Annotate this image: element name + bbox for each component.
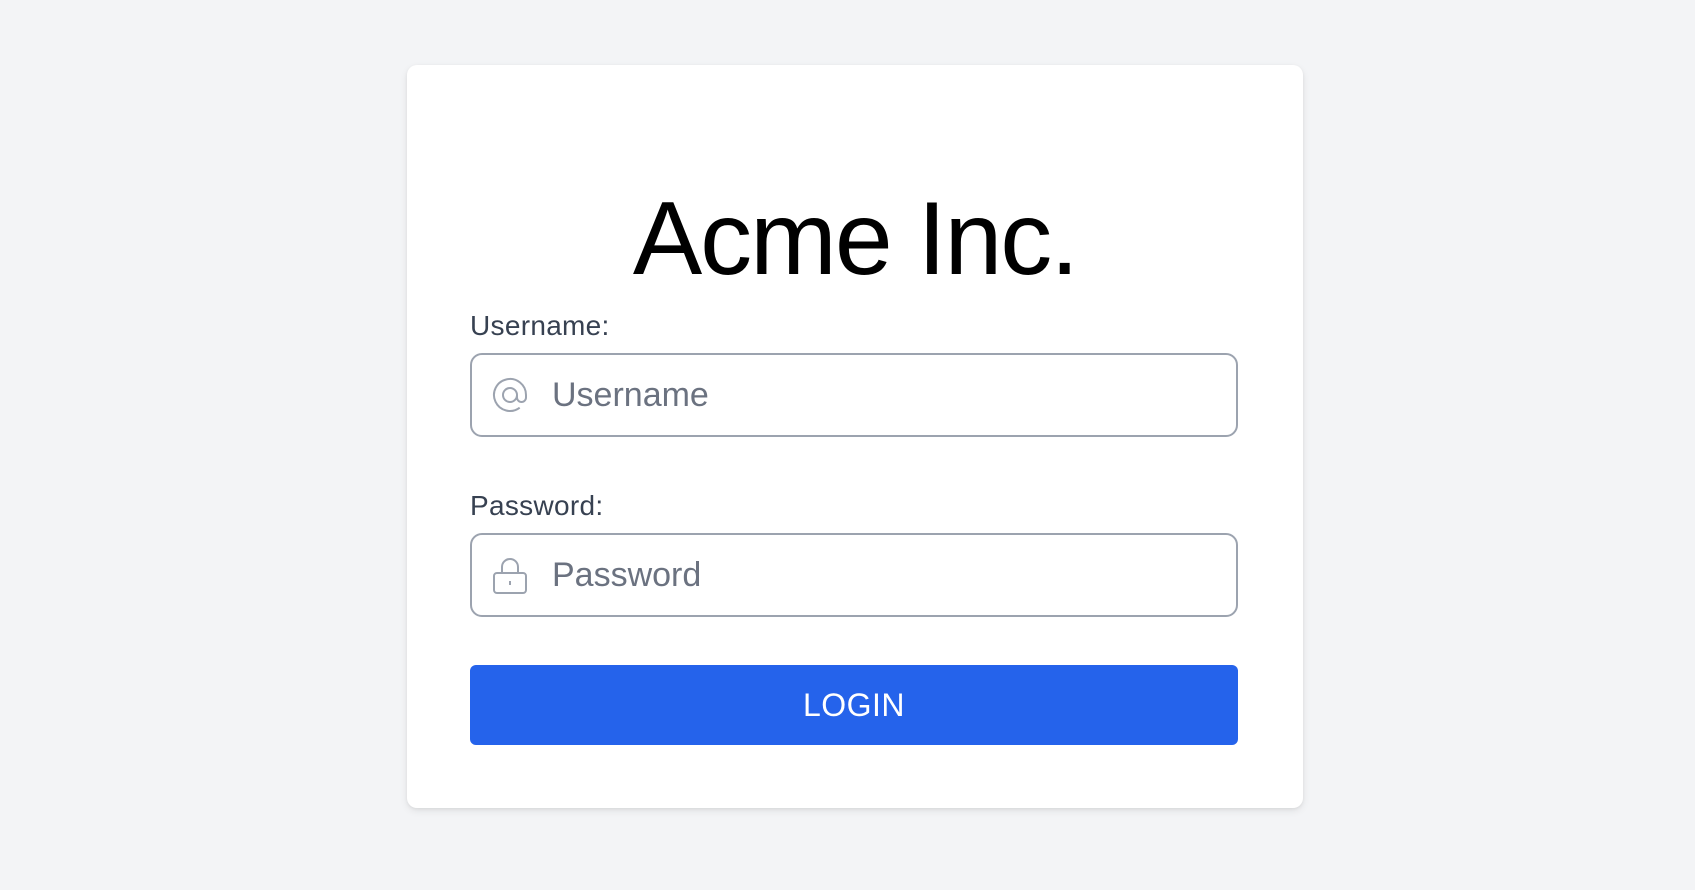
lock-icon: [490, 555, 530, 595]
username-input[interactable]: [552, 355, 1222, 435]
app-title: Acme Inc.: [632, 181, 1079, 297]
password-field[interactable]: [470, 533, 1238, 617]
username-label: Username:: [470, 310, 610, 341]
password-label: Password:: [470, 490, 604, 521]
password-input[interactable]: [552, 535, 1222, 615]
username-field[interactable]: [470, 353, 1238, 437]
login-button[interactable]: LOGIN: [470, 665, 1238, 745]
login-card: Acme Inc. Username: Password: LOGIN: [407, 65, 1303, 808]
at-sign-icon: [490, 375, 530, 415]
